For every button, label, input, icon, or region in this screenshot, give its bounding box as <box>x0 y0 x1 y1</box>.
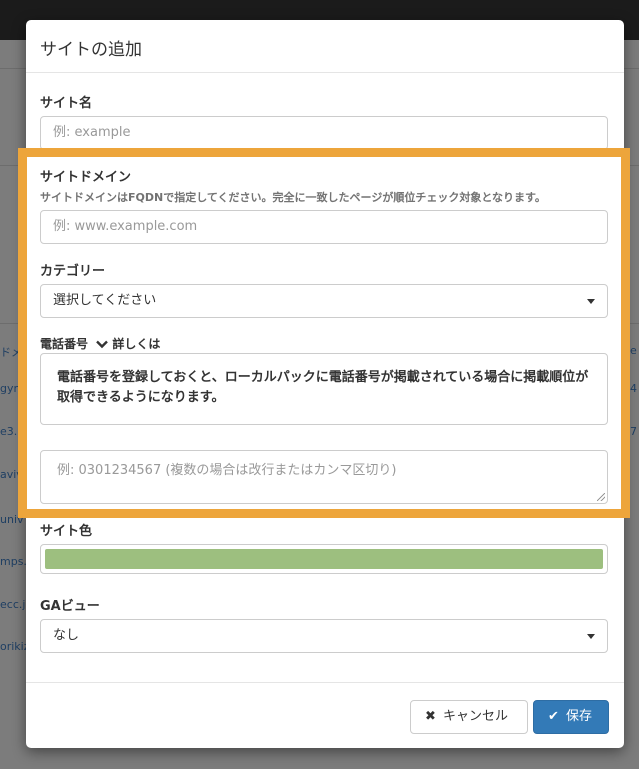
site-name-input[interactable]: 例: example <box>40 116 608 150</box>
background-row: e3. <box>0 425 18 438</box>
background-row: univ <box>0 513 24 526</box>
phone-details-link: 詳しくは <box>112 337 161 351</box>
background-row-right: 7 <box>630 425 637 438</box>
cancel-label: キャンセル <box>443 709 509 724</box>
background-row-right: e <box>630 344 637 357</box>
ga-view-label: GAビュー <box>40 599 100 614</box>
site-name-label: サイト名 <box>40 96 93 111</box>
modal-header: サイトの追加 <box>26 20 624 73</box>
phone-textarea[interactable]: 例: 0301234567 (複数の場合は改行またはカンマ区切り) <box>40 450 608 504</box>
site-domain-label: サイトドメイン <box>40 170 132 185</box>
color-swatch <box>45 549 603 569</box>
site-color-label: サイト色 <box>40 524 93 539</box>
save-button[interactable]: ✔ 保存 <box>533 700 609 734</box>
ga-view-select[interactable]: なし <box>40 619 608 653</box>
ga-view-selected-value: なし <box>53 628 80 643</box>
phone-details-toggle[interactable]: 詳しくは <box>96 337 160 351</box>
phone-placeholder: 例: 0301234567 (複数の場合は改行またはカンマ区切り) <box>57 463 397 478</box>
background-row-right: 4 <box>630 382 637 395</box>
modal-footer: ✖ キャンセル ✔ 保存 <box>26 682 624 749</box>
phone-info-box: 電話番号を登録しておくと、ローカルパックに電話番号が掲載されている場合に掲載順位… <box>40 353 608 425</box>
site-domain-help: サイトドメインはFQDNで指定してください。完全に一致したページが順位チェック対… <box>40 191 546 204</box>
add-site-modal: サイトの追加 サイト名 例: example サイトドメイン サイトドメインはF… <box>26 20 624 748</box>
resize-handle-icon[interactable] <box>597 493 605 501</box>
close-icon: ✖ <box>425 709 436 724</box>
phone-label: 電話番号 <box>40 337 89 351</box>
caret-down-icon <box>587 634 595 639</box>
background-row: ドメ <box>0 346 22 359</box>
phone-label-row: 電話番号 詳しくは <box>40 335 160 352</box>
site-domain-input[interactable]: 例: www.example.com <box>40 210 608 244</box>
category-label: カテゴリー <box>40 264 106 279</box>
check-icon: ✔ <box>548 709 559 724</box>
modal-title: サイトの追加 <box>40 40 142 60</box>
caret-down-icon <box>587 299 595 304</box>
category-selected-value: 選択してください <box>53 293 157 308</box>
save-label: 保存 <box>566 709 593 724</box>
cancel-button[interactable]: ✖ キャンセル <box>410 700 528 734</box>
category-select[interactable]: 選択してください <box>40 284 608 318</box>
site-color-picker[interactable] <box>40 544 608 574</box>
background-row: gyro <box>0 382 25 395</box>
chevron-down-icon <box>96 340 109 349</box>
